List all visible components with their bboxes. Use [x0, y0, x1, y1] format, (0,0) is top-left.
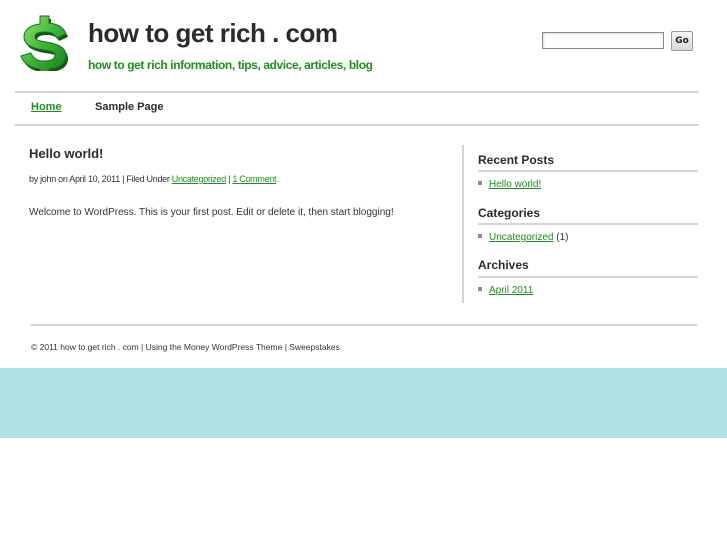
footer-copyright: © 2011 how to get rich . com |: [31, 342, 146, 352]
search-input[interactable]: [542, 32, 664, 49]
page-background: [0, 0, 727, 368]
post-title[interactable]: Hello world!: [29, 146, 103, 161]
category-item: Uncategorized (1): [478, 232, 568, 243]
category-count: (1): [553, 232, 569, 243]
nav-item-home[interactable]: Home: [31, 101, 62, 113]
bullet-icon: [478, 181, 482, 186]
widget-title-archives: Archives: [478, 258, 529, 272]
search-go-button[interactable]: Go: [671, 31, 693, 51]
archive-link[interactable]: April 2011: [489, 285, 533, 296]
nav-divider-bottom: [15, 124, 699, 126]
sidebar-divider: [462, 145, 464, 303]
bullet-icon: [478, 234, 482, 239]
widget-rule: [478, 276, 698, 278]
widget-rule: [478, 170, 698, 172]
post-meta-byline: by john on April 10, 2011 | Filed Under: [29, 174, 172, 184]
widget-rule: [478, 223, 698, 225]
post-meta: by john on April 10, 2011 | Filed Under …: [29, 174, 277, 184]
widget-title-categories: Categories: [478, 206, 541, 220]
category-link[interactable]: Uncategorized: [489, 232, 553, 243]
recent-post-item: Hello world!: [478, 179, 541, 190]
nav-item-sample-page[interactable]: Sample Page: [95, 101, 163, 113]
site-title[interactable]: how to get rich . com: [88, 18, 338, 49]
post-category-link[interactable]: Uncategorized: [172, 174, 226, 184]
widget-title-recent-posts: Recent Posts: [478, 153, 555, 167]
bullet-icon: [478, 287, 482, 292]
footer: © 2011 how to get rich . com | Using the…: [31, 342, 340, 352]
post-comments-link[interactable]: 1 Comment: [232, 174, 276, 184]
post-body: Welcome to WordPress. This is your first…: [29, 207, 394, 218]
archive-item: April 2011: [478, 285, 533, 296]
footer-divider: [31, 324, 697, 326]
footer-sweepstakes-link[interactable]: Sweepstakes: [289, 342, 340, 352]
lower-blank-area: [0, 438, 727, 545]
recent-post-link[interactable]: Hello world!: [489, 179, 541, 190]
bottom-color-band: [0, 368, 727, 438]
site-tagline: how to get rich information, tips, advic…: [88, 58, 373, 72]
nav-divider-top: [15, 91, 699, 93]
footer-theme-link[interactable]: Using the Money WordPress Theme: [146, 342, 283, 352]
green-dollar-sign-icon[interactable]: [16, 13, 72, 71]
